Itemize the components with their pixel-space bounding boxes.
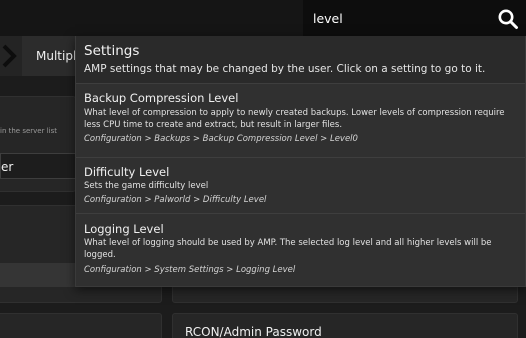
app-logo [0, 36, 22, 76]
result-description: Sets the game difficulty level [84, 181, 209, 191]
result-path: Configuration > System Settings > Loggin… [84, 265, 296, 275]
rcon-password-label: RCON/Admin Password [185, 325, 322, 338]
search-input[interactable] [313, 9, 483, 27]
result-description: What level of logging should be used by … [84, 238, 492, 260]
settings-panel [0, 313, 162, 338]
server-name-field[interactable]: er [0, 153, 76, 179]
results-title: Settings [84, 43, 140, 59]
search-icon[interactable] [497, 8, 519, 30]
tab-multiplayer[interactable]: Multiplic [22, 36, 86, 76]
result-path: Configuration > Palworld > Difficulty Le… [84, 195, 267, 205]
top-bar [0, 0, 526, 36]
result-title: Difficulty Level [84, 165, 170, 179]
page: Multiplic in the server list er RCON/Adm… [0, 0, 526, 338]
setting-bar [0, 263, 76, 287]
result-title: Backup Compression Level [84, 91, 239, 105]
result-title: Logging Level [84, 222, 164, 236]
results-subtitle: AMP settings that may be changed by the … [84, 63, 486, 75]
results-header: Settings AMP settings that may be change… [76, 36, 525, 83]
result-logging-level[interactable]: Logging Level What level of logging shou… [76, 213, 525, 286]
result-difficulty-level[interactable]: Difficulty Level Sets the game difficult… [76, 157, 525, 213]
server-name-value: er [1, 160, 14, 174]
search-box [303, 0, 526, 36]
result-backup-compression-level[interactable]: Backup Compression Level What level of c… [76, 83, 525, 157]
setting-hint: in the server list [0, 127, 57, 135]
result-description: What level of compression to apply to ne… [84, 108, 505, 130]
search-results-dropdown: Settings AMP settings that may be change… [75, 36, 526, 287]
result-path: Configuration > Backups > Backup Compres… [84, 134, 358, 144]
